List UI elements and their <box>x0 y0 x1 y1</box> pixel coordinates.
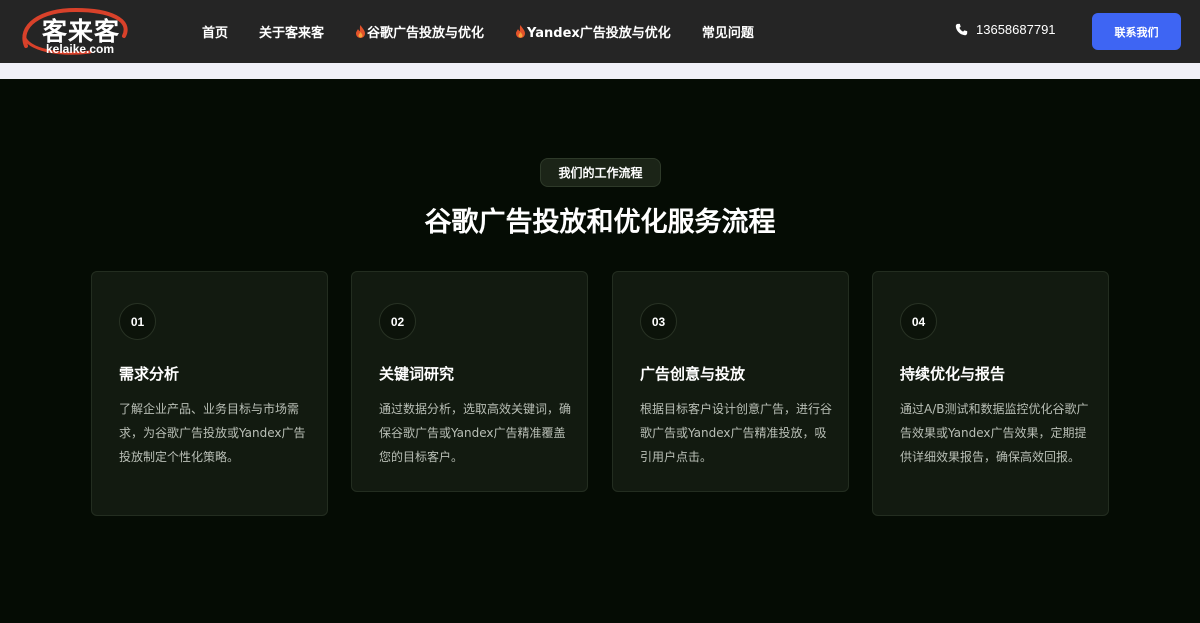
nav-item-yandex-ads[interactable]: Yandex广告投放与优化 <box>515 22 671 41</box>
logo-text-en: kelaike.com <box>46 42 115 56</box>
process-card-1: 01 需求分析 了解企业产品、业务目标与市场需求，为谷歌广告投放或Yandex广… <box>91 271 328 516</box>
nav-item-about[interactable]: 关于客来客 <box>259 22 324 41</box>
nav-item-label: 常见问题 <box>701 26 754 41</box>
phone-icon <box>955 23 968 36</box>
nav-item-home[interactable]: 首页 <box>202 22 228 41</box>
site-header: 客来客 kelaike.com 首页 关于客来客 谷歌广告投放与优化 Yande… <box>0 0 1200 63</box>
card-description: 通过数据分析，选取高效关键词，确保谷歌广告或Yandex广告精准覆盖您的目标客户… <box>379 402 572 464</box>
logo[interactable]: 客来客 kelaike.com <box>20 6 132 58</box>
nav-item-label: 首页 <box>202 26 229 41</box>
card-description: 通过A/B测试和数据监控优化谷歌广告效果或Yandex广告效果，定期提供详细效果… <box>900 402 1089 464</box>
section-badge: 我们的工作流程 <box>540 158 661 187</box>
card-title: 关键词研究 <box>379 365 455 383</box>
process-card-4: 04 持续优化与报告 通过A/B测试和数据监控优化谷歌广告效果或Yandex广告… <box>872 271 1109 516</box>
step-number: 01 <box>119 303 156 340</box>
fire-icon <box>516 25 526 38</box>
card-title: 需求分析 <box>119 365 180 383</box>
step-number: 03 <box>640 303 677 340</box>
nav-item-label: Yandex广告投放与优化 <box>527 26 671 41</box>
header-divider-band <box>0 63 1200 79</box>
process-card-3: 03 广告创意与投放 根据目标客户设计创意广告，进行谷歌广告或Yandex广告精… <box>612 271 849 492</box>
card-description: 根据目标客户设计创意广告，进行谷歌广告或Yandex广告精准投放，吸引用户点击。 <box>640 402 833 464</box>
phone-number: 13658687791 <box>976 22 1056 37</box>
process-card-2: 02 关键词研究 通过数据分析，选取高效关键词，确保谷歌广告或Yandex广告精… <box>351 271 588 492</box>
phone-contact[interactable]: 13658687791 <box>955 22 1056 37</box>
card-title: 持续优化与报告 <box>900 365 1006 383</box>
step-number: 02 <box>379 303 416 340</box>
main-nav: 首页 关于客来客 谷歌广告投放与优化 Yandex广告投放与优化 常见问题 <box>202 0 785 63</box>
nav-item-google-ads[interactable]: 谷歌广告投放与优化 <box>355 22 484 41</box>
nav-item-label: 关于客来客 <box>259 26 325 41</box>
fire-icon <box>356 25 366 38</box>
contact-us-button[interactable]: 联系我们 <box>1092 13 1181 50</box>
card-title: 广告创意与投放 <box>640 365 746 383</box>
nav-item-label: 谷歌广告投放与优化 <box>367 26 485 41</box>
nav-item-faq[interactable]: 常见问题 <box>702 22 754 41</box>
section-title: 谷歌广告投放和优化服务流程 <box>424 207 776 238</box>
card-description: 了解企业产品、业务目标与市场需求，为谷歌广告投放或Yandex广告投放制定个性化… <box>119 402 306 464</box>
step-number: 04 <box>900 303 937 340</box>
